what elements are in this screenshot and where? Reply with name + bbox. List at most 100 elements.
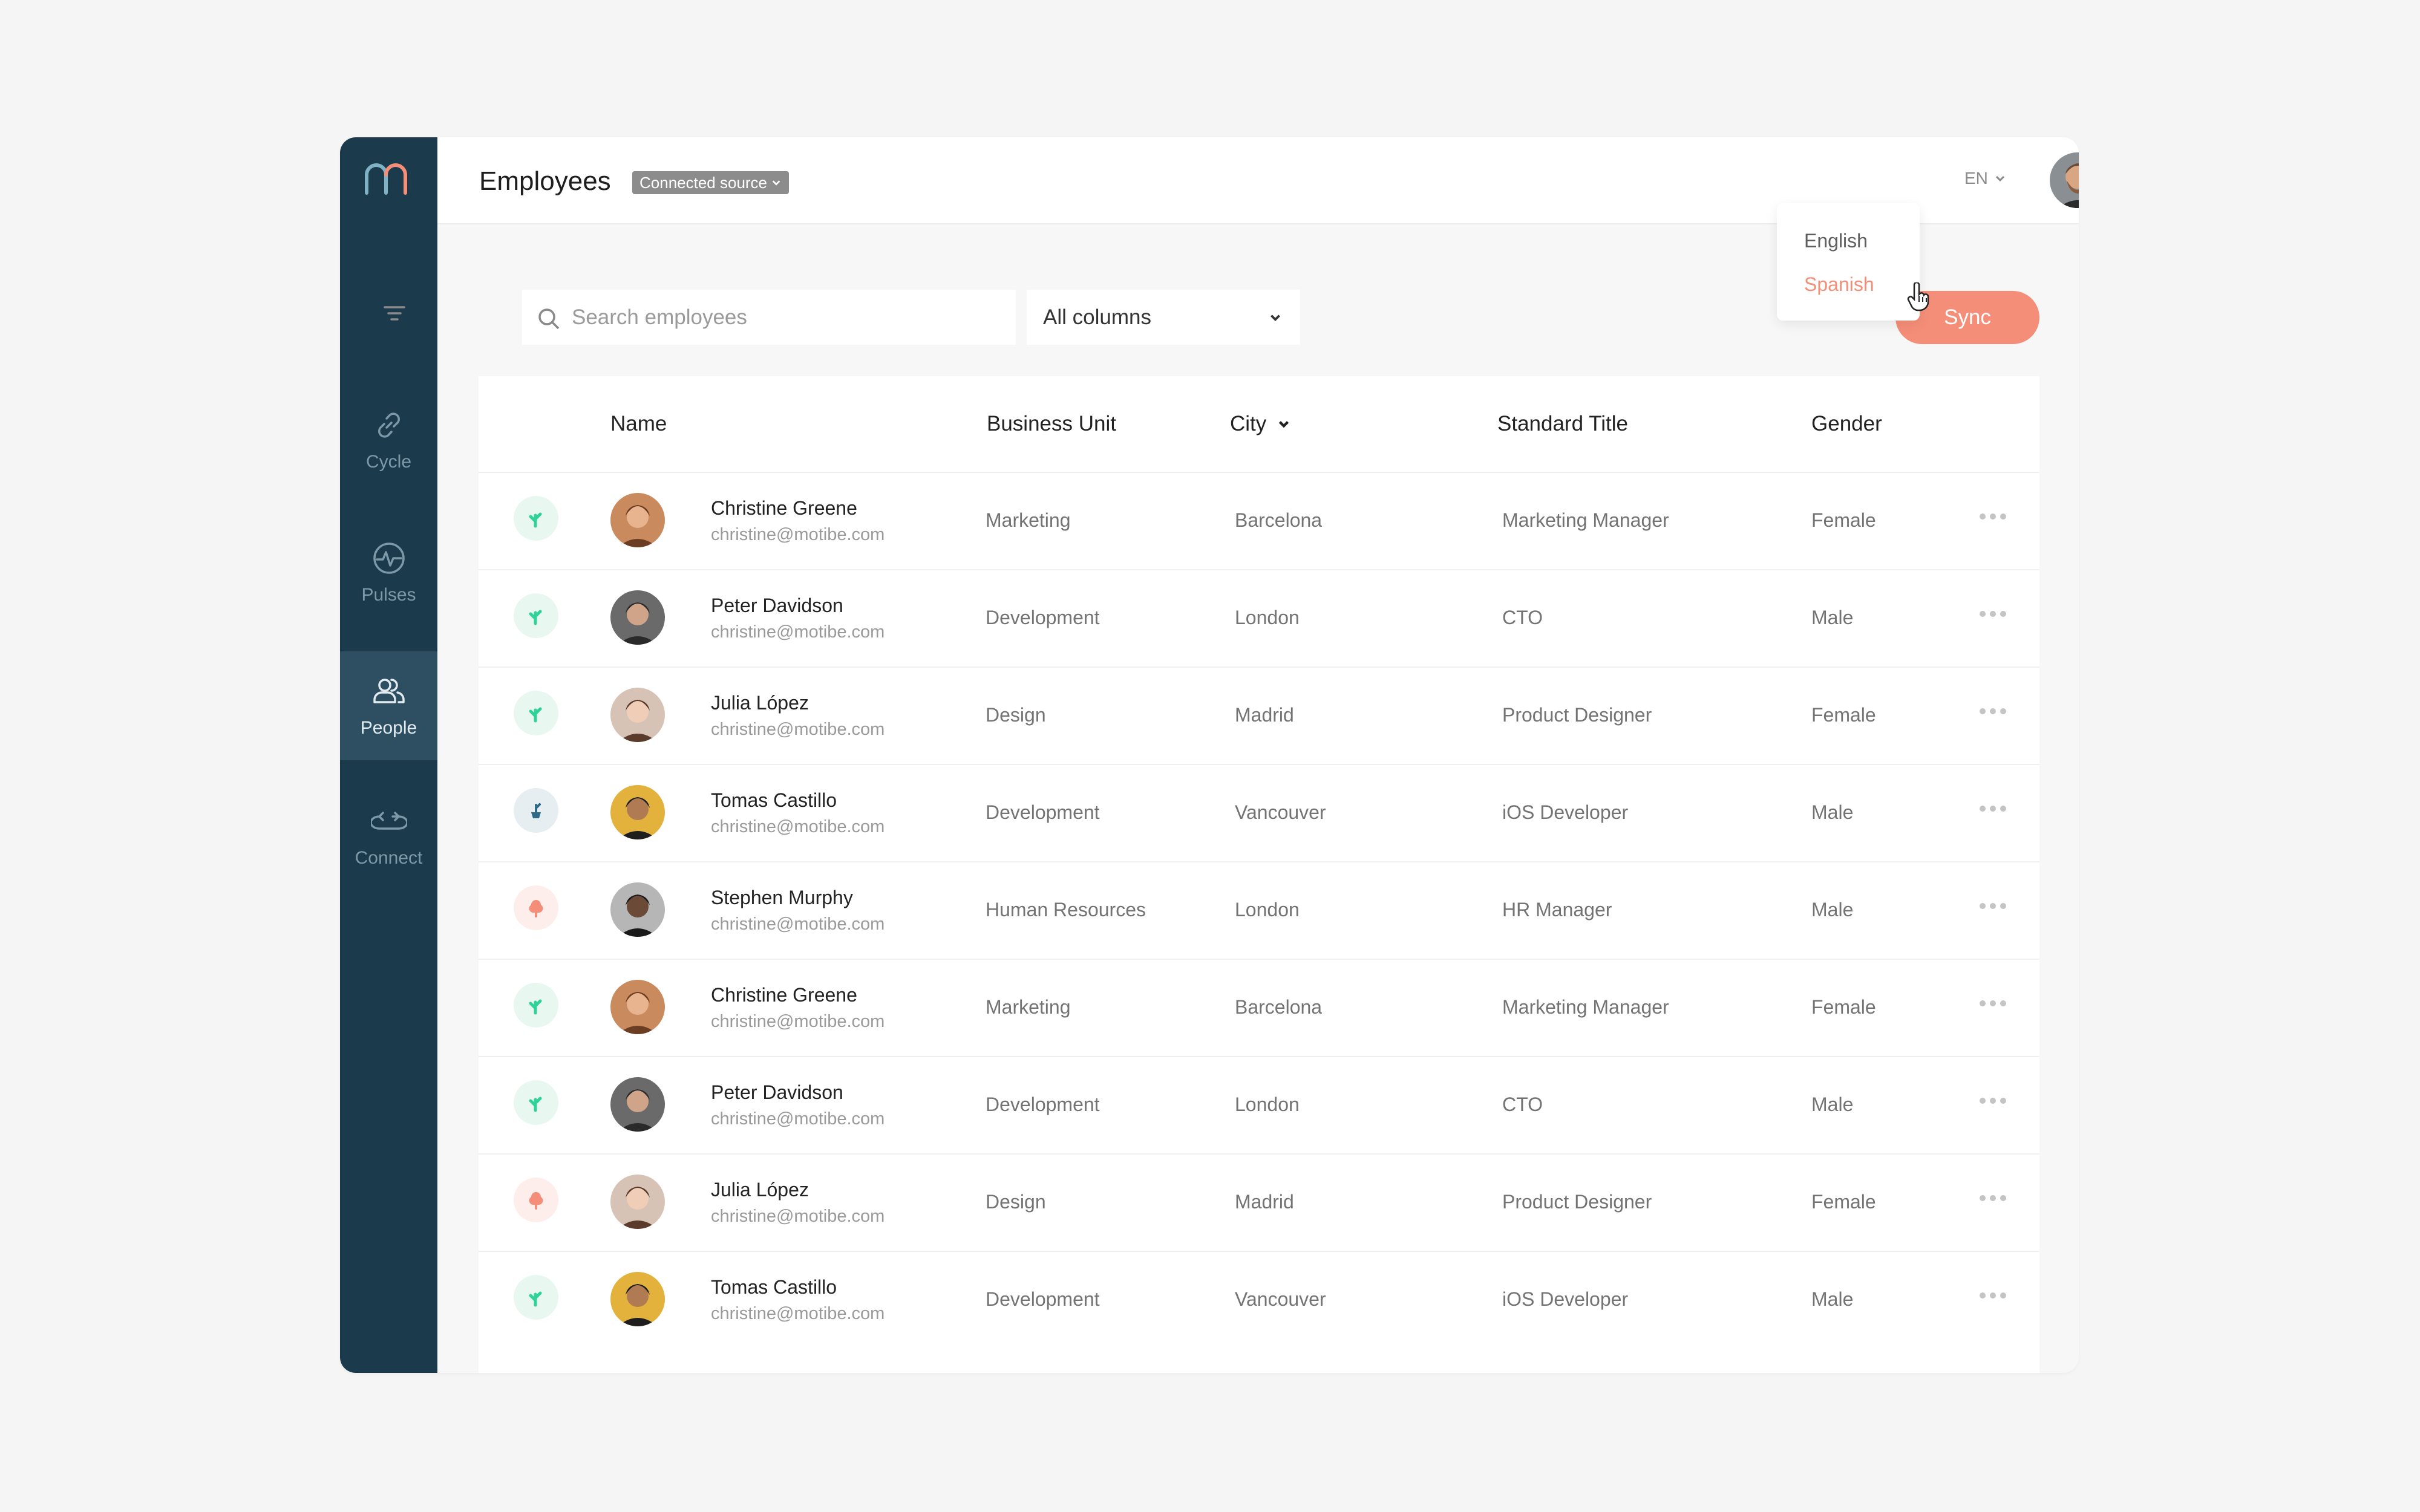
standard-title-cell: Marketing Manager [1502, 996, 1669, 1018]
business-unit-cell: Development [986, 801, 1100, 823]
avatar [610, 1272, 665, 1326]
table-row[interactable]: Peter Davidson christine@motibe.com Develo… [479, 569, 2039, 668]
link-icon [378, 412, 400, 438]
app-window: Cycle Pulses People Connect Employees Co… [340, 137, 2079, 1373]
employee-email: christine@motibe.com [711, 720, 885, 739]
sidebar-item-connect[interactable]: Connect [340, 781, 437, 890]
growth-status-icon [529, 1291, 542, 1307]
business-unit-cell: Design [986, 1191, 1046, 1213]
pulse-icon [373, 543, 405, 574]
city-cell: Vancouver [1235, 1288, 1326, 1310]
business-unit-cell: Design [986, 704, 1046, 726]
language-option-spanish[interactable]: Spanish [1804, 273, 1874, 296]
search-placeholder: Search employees [572, 305, 747, 329]
gender-cell: Male [1811, 801, 1854, 823]
column-header-city[interactable]: City [1230, 376, 1290, 472]
user-avatar[interactable] [2050, 152, 2079, 208]
column-header-gender[interactable]: Gender [1811, 376, 1882, 472]
gender-cell: Female [1811, 704, 1876, 726]
more-options-icon[interactable] [1979, 1097, 2007, 1104]
status-badge [514, 496, 558, 541]
employee-email: christine@motibe.com [711, 914, 885, 934]
more-options-icon[interactable] [1979, 1000, 2007, 1007]
employee-name: Tomas Castillo [711, 1276, 837, 1298]
standard-title-cell: CTO [1502, 1093, 1543, 1115]
language-code: EN [1964, 169, 1988, 187]
status-badge [514, 983, 558, 1028]
more-options-icon[interactable] [1979, 513, 2007, 520]
business-unit-cell: Development [986, 607, 1100, 628]
language-dropdown: English Spanish [1777, 203, 1920, 321]
business-unit-cell: Development [986, 1288, 1100, 1310]
employee-email: christine@motibe.com [711, 1109, 885, 1129]
app-logo[interactable] [362, 159, 415, 195]
column-header-label: Gender [1811, 412, 1882, 435]
avatar [610, 1175, 665, 1229]
column-header-name[interactable]: Name [610, 376, 667, 472]
chevron-down-icon [1270, 314, 1280, 322]
avatar [610, 493, 665, 547]
employee-name: Peter Davidson [711, 1081, 843, 1103]
city-cell: Madrid [1235, 1191, 1294, 1213]
language-selector[interactable]: EN [1964, 169, 2006, 188]
search-box[interactable]: Search employees [522, 290, 1016, 345]
avatar [610, 688, 665, 742]
city-cell: London [1235, 1093, 1300, 1115]
column-header-standard-title[interactable]: Standard Title [1497, 376, 1628, 472]
column-filter-value: All columns [1043, 305, 1151, 329]
employee-email: christine@motibe.com [711, 817, 885, 836]
language-option-english[interactable]: English [1804, 230, 1868, 252]
table-row[interactable]: Tomas Castillo christine@motibe.com Develo… [479, 764, 2039, 862]
employee-name: Julia López [711, 1179, 809, 1201]
column-header-label: Standard Title [1497, 412, 1628, 435]
sidebar-item-people[interactable]: People [340, 651, 437, 760]
status-badge [514, 1275, 558, 1320]
table-row[interactable]: Tomas Castillo christine@motibe.com Develo… [479, 1251, 2039, 1349]
business-unit-cell: Marketing [986, 996, 1071, 1018]
connected-source-badge[interactable]: Connected source [632, 171, 790, 194]
employee-name: Stephen Murphy [711, 887, 853, 908]
employee-name: Tomas Castillo [711, 789, 837, 811]
more-options-icon[interactable] [1979, 708, 2007, 715]
table-row[interactable]: Julia López christine@motibe.com Design Mad… [479, 666, 2039, 765]
column-header-label: City [1230, 412, 1267, 435]
standard-title-cell: Product Designer [1502, 1191, 1652, 1213]
more-options-icon[interactable] [1979, 1194, 2007, 1202]
search-icon [538, 308, 560, 330]
standard-title-cell: Marketing Manager [1502, 509, 1669, 531]
sidebar-item-pulses[interactable]: Pulses [340, 518, 437, 627]
city-cell: London [1235, 607, 1300, 628]
sidebar-item-cycle[interactable]: Cycle [340, 385, 437, 494]
sidebar-item-label: Cycle [365, 452, 411, 472]
tree-status-icon [529, 900, 543, 917]
employees-table: Name Business Unit City Standard Title G… [479, 376, 2039, 1373]
more-options-icon[interactable] [1979, 610, 2007, 618]
column-header-business-unit[interactable]: Business Unit [987, 376, 1116, 472]
badge-label: Connected source [639, 173, 768, 192]
chevron-down-icon [772, 180, 780, 186]
growth-status-icon [529, 1097, 542, 1112]
table-row[interactable]: Christine Greene christine@motibe.com Mark… [479, 472, 2039, 570]
growth-status-icon [529, 512, 542, 528]
page-title: Employees [479, 166, 611, 196]
employee-name: Julia López [711, 692, 809, 714]
more-options-icon[interactable] [1979, 805, 2007, 812]
table-row[interactable]: Christine Greene christine@motibe.com Mark… [479, 959, 2039, 1057]
avatar [610, 590, 665, 645]
table-row[interactable]: Stephen Murphy christine@motibe.com Human … [479, 861, 2039, 960]
table-row[interactable]: Peter Davidson christine@motibe.com Develo… [479, 1056, 2039, 1155]
standard-title-cell: Product Designer [1502, 704, 1652, 726]
city-cell: Vancouver [1235, 801, 1326, 823]
filter-icon[interactable] [381, 301, 408, 328]
employee-email: christine@motibe.com [711, 525, 885, 544]
gender-cell: Male [1811, 607, 1854, 628]
growth-status-icon [529, 610, 542, 625]
more-options-icon[interactable] [1979, 902, 2007, 910]
status-badge [514, 1080, 558, 1125]
chevron-down-icon [1995, 175, 2004, 182]
table-row[interactable]: Julia López christine@motibe.com Design Mad… [479, 1153, 2039, 1252]
column-filter-select[interactable]: All columns [1027, 290, 1300, 345]
city-cell: Barcelona [1235, 996, 1323, 1018]
more-options-icon[interactable] [1979, 1292, 2007, 1299]
column-header-label: Business Unit [987, 412, 1116, 435]
